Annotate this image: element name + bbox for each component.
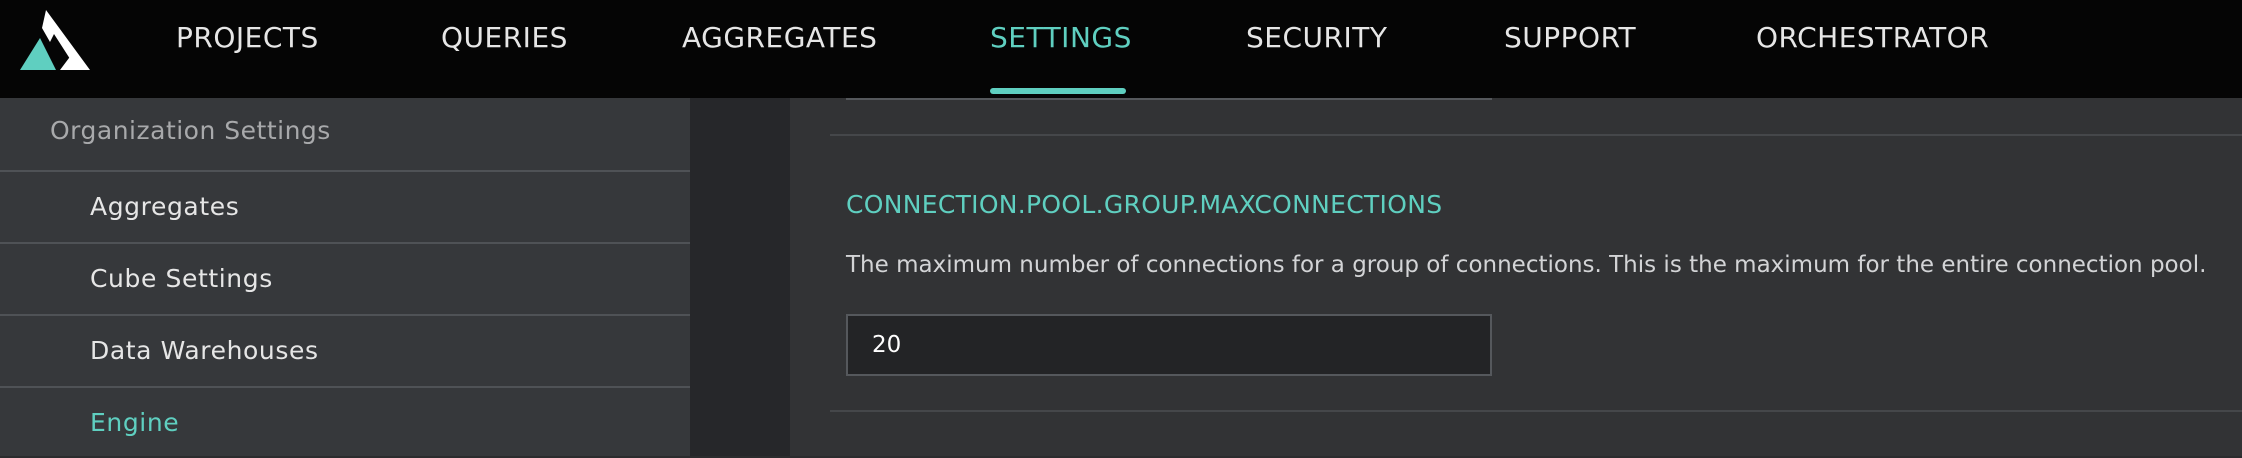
active-tab-indicator [990, 88, 1126, 94]
nav-tab-security[interactable]: SECURITY [1246, 0, 1387, 98]
sidebar-item-aggregates[interactable]: Aggregates [0, 172, 690, 244]
nav-tab-settings[interactable]: SETTINGS [990, 0, 1132, 98]
nav-tab-projects[interactable]: PROJECTS [176, 0, 319, 98]
setting-title: CONNECTION.POOL.GROUP.MAXCONNECTIONS [846, 190, 1443, 219]
sidebar-header-label: Organization Settings [50, 116, 331, 145]
app-logo-icon[interactable] [16, 8, 92, 72]
content-gutter [690, 98, 790, 456]
sidebar-section-header[interactable]: Organization Settings [0, 98, 690, 172]
sidebar-item-label: Cube Settings [90, 264, 273, 293]
settings-sidebar: Organization Settings Aggregates Cube Se… [0, 98, 690, 456]
nav-tab-support[interactable]: SUPPORT [1504, 0, 1636, 98]
nav-tab-queries[interactable]: QUERIES [441, 0, 568, 98]
previous-input-edge [846, 98, 1492, 100]
sidebar-item-data-warehouses[interactable]: Data Warehouses [0, 316, 690, 388]
max-connections-input[interactable] [846, 314, 1492, 376]
setting-description: The maximum number of connections for a … [846, 252, 2207, 278]
nav-tab-aggregates[interactable]: AGGREGATES [682, 0, 877, 98]
sidebar-item-cube-settings[interactable]: Cube Settings [0, 244, 690, 316]
top-navigation-bar: PROJECTS QUERIES AGGREGATES SETTINGS SEC… [0, 0, 2242, 98]
settings-content: CONNECTION.POOL.GROUP.MAXCONNECTIONS The… [790, 98, 2242, 456]
sidebar-item-label: Engine [90, 408, 180, 437]
sidebar-item-label: Aggregates [90, 192, 240, 221]
section-divider [830, 134, 2242, 136]
nav-tab-orchestrator[interactable]: ORCHESTRATOR [1756, 0, 1989, 98]
section-divider [830, 410, 2242, 412]
sidebar-item-label: Data Warehouses [90, 336, 319, 365]
sidebar-item-engine[interactable]: Engine [0, 388, 690, 458]
